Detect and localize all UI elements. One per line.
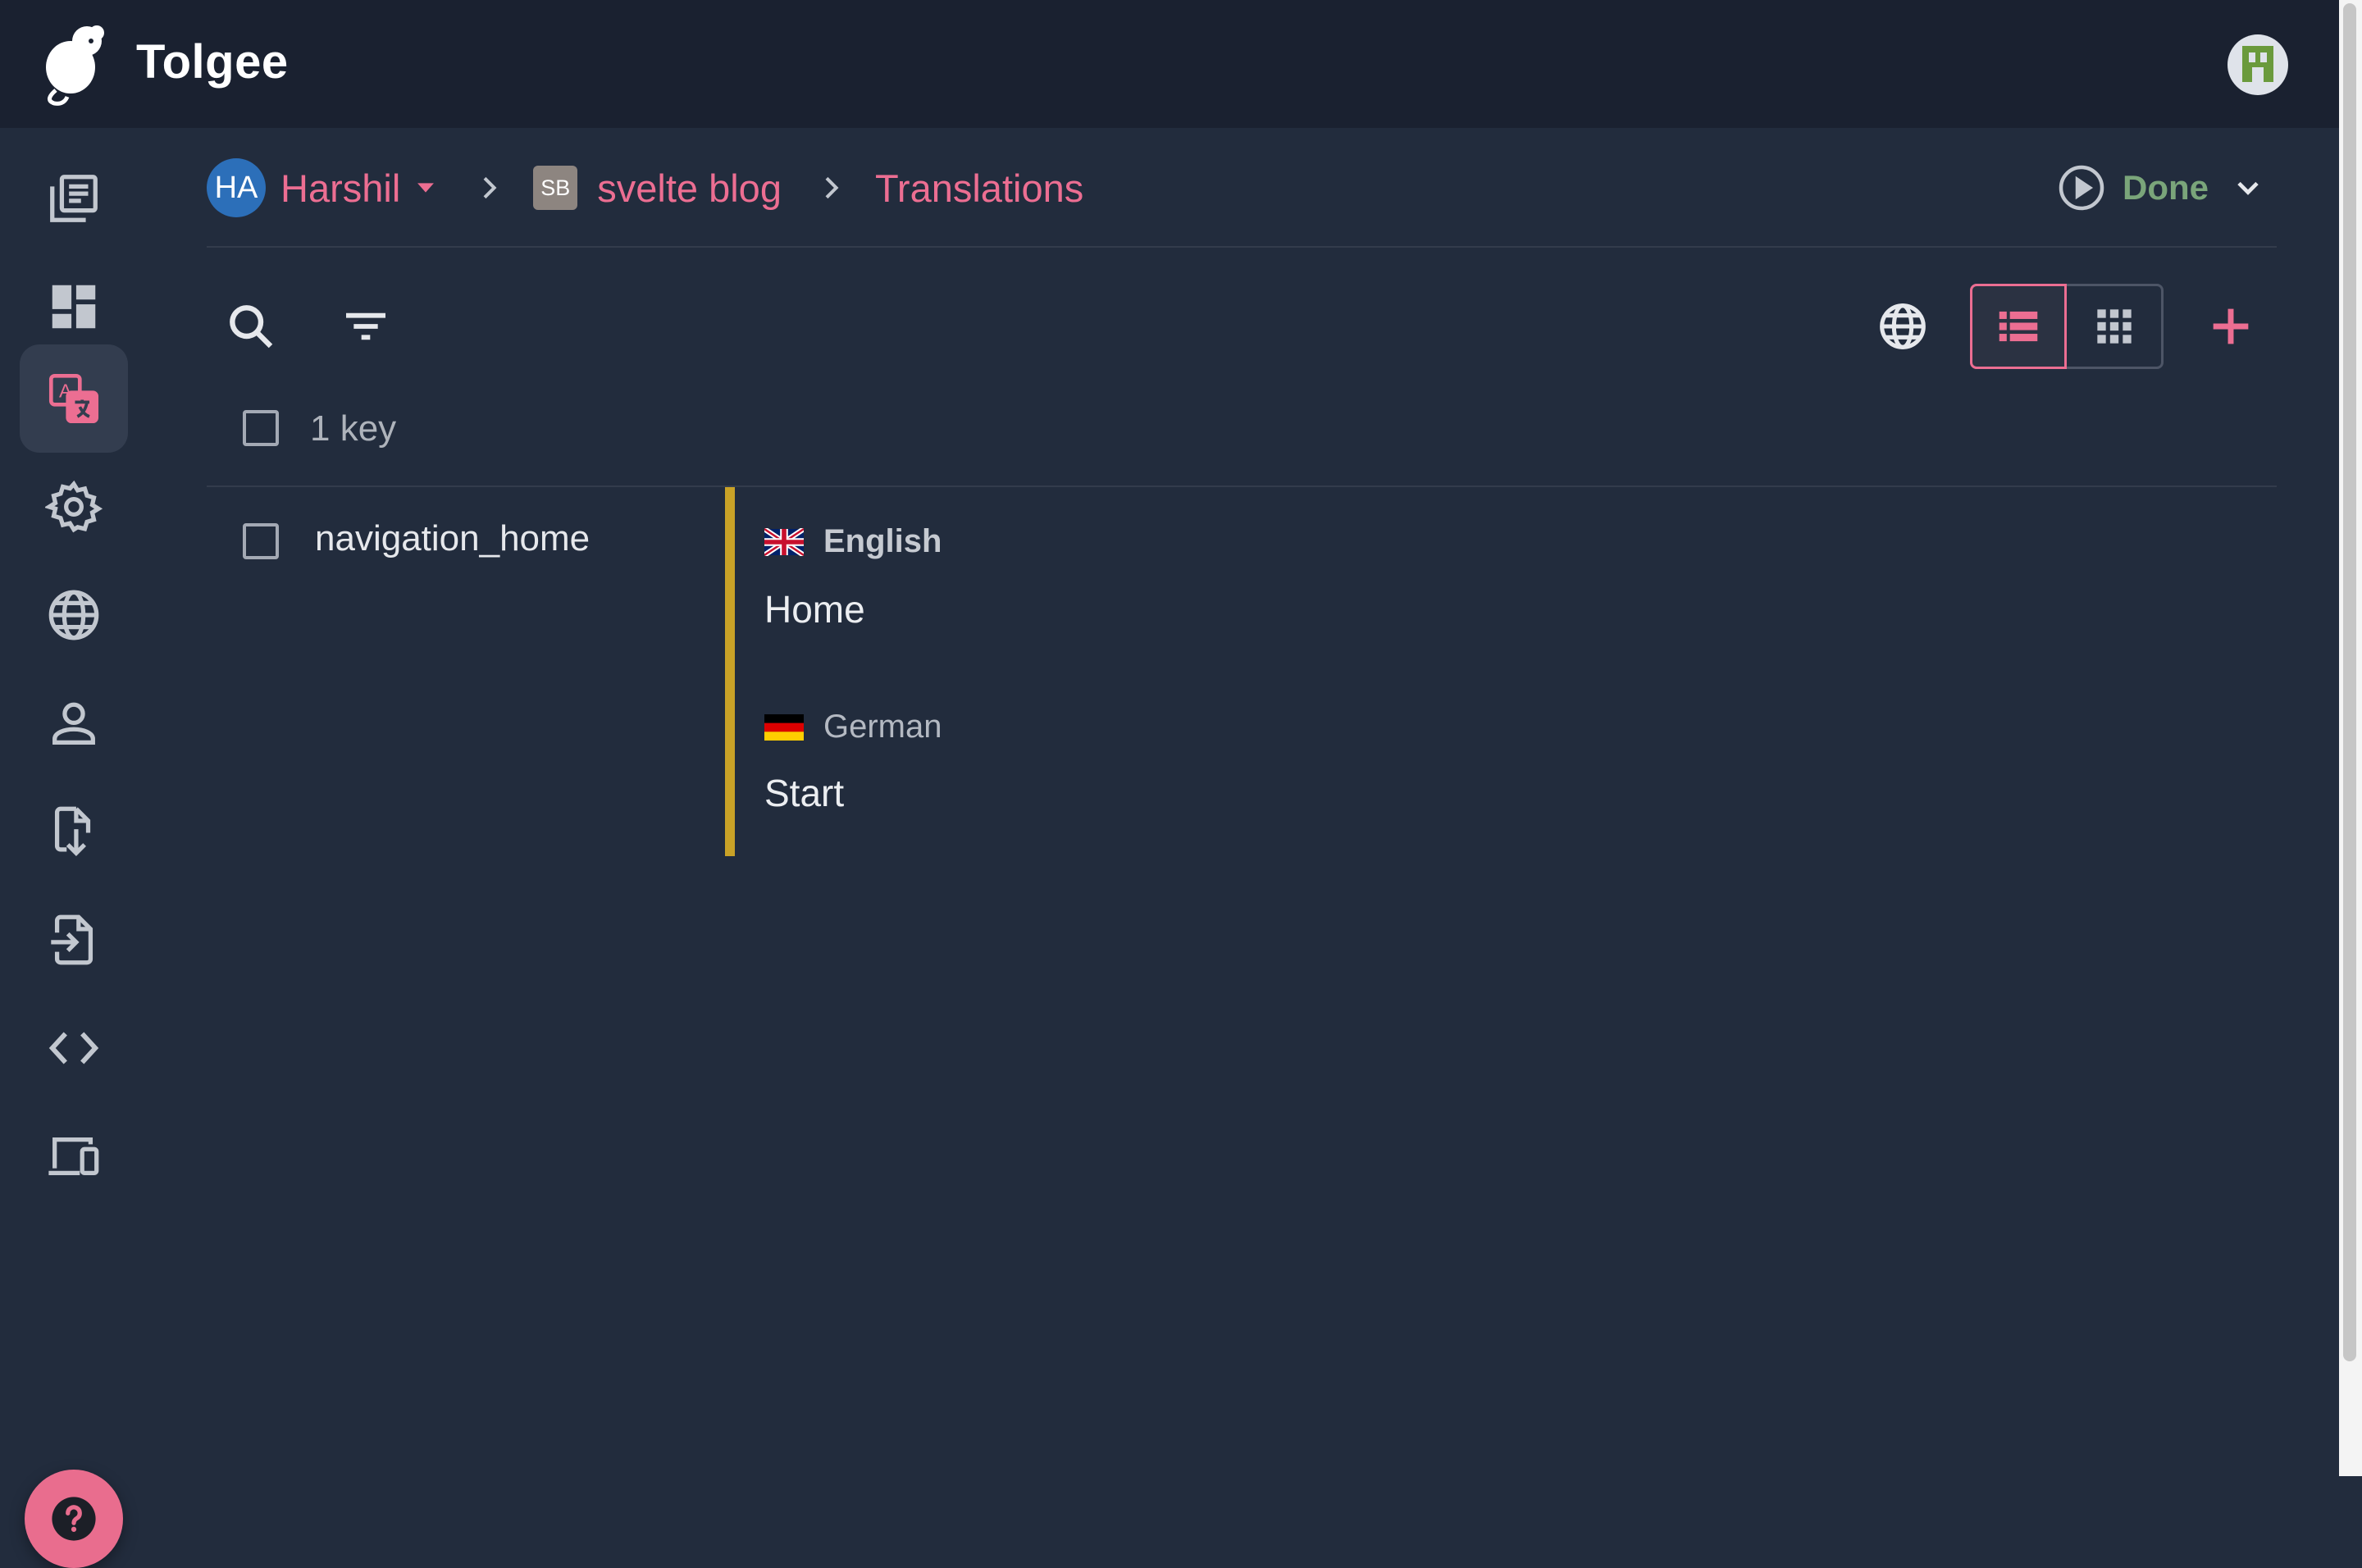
grid-view-button[interactable] (2067, 286, 2161, 367)
breadcrumb: HA Harshil SB svelte blog Translations (207, 157, 1083, 218)
sidebar-item-import[interactable] (20, 777, 128, 886)
uk-flag-icon (764, 527, 804, 556)
sidebar-item-members[interactable] (20, 669, 128, 777)
select-all-checkbox[interactable] (243, 410, 279, 446)
translation-state-bar (725, 487, 735, 856)
play-circle-icon (2059, 165, 2104, 211)
sidebar-item-projects[interactable] (20, 144, 128, 253)
key-name[interactable]: navigation_home (315, 518, 590, 559)
translation-text-german[interactable]: Start (764, 771, 844, 815)
translation-text-english[interactable]: Home (764, 587, 865, 631)
view-toggle (1970, 284, 2164, 369)
help-button[interactable] (25, 1470, 123, 1568)
translate-icon: A (48, 373, 99, 424)
projects-icon (50, 175, 98, 222)
header-divider (207, 246, 2277, 248)
tolgee-logo-icon[interactable] (39, 21, 112, 107)
members-icon (52, 702, 95, 745)
list-view-icon (1999, 311, 2038, 342)
de-flag-icon (764, 713, 804, 741)
add-icon[interactable] (2205, 300, 2257, 353)
search-icon[interactable] (225, 300, 277, 353)
language-label-english: English (764, 523, 942, 560)
languages-icon (48, 590, 99, 640)
task-status-label[interactable]: Done (2123, 168, 2209, 207)
settings-icon (45, 480, 103, 533)
help-icon (52, 1497, 96, 1541)
sidebar-item-integrate[interactable] (20, 1102, 128, 1210)
sidebar-item-settings[interactable] (20, 453, 128, 561)
brand-name[interactable]: Tolgee (136, 34, 289, 89)
sidebar: A (0, 128, 146, 1568)
sidebar-item-developer[interactable] (20, 994, 128, 1102)
chevron-right-icon (483, 176, 497, 199)
export-icon (51, 914, 93, 965)
developer-icon (48, 1032, 99, 1064)
globe-icon[interactable] (1876, 300, 1929, 353)
project-avatar[interactable]: SB (533, 166, 578, 210)
key-count: 1 key (310, 408, 397, 449)
sidebar-item-languages[interactable] (20, 561, 128, 669)
integrate-icon (48, 1137, 99, 1176)
chevron-down-icon[interactable] (2230, 170, 2266, 206)
language-name: English (823, 523, 942, 559)
breadcrumb-page[interactable]: Translations (875, 166, 1083, 211)
list-view-button[interactable] (1970, 284, 2067, 369)
caret-down-icon[interactable] (412, 174, 440, 202)
chevron-right-icon (825, 176, 839, 199)
org-avatar[interactable]: HA (207, 158, 266, 217)
dashboard-icon (52, 285, 96, 329)
language-label-german: German (764, 709, 942, 745)
sidebar-item-export[interactable] (20, 886, 128, 994)
key-checkbox[interactable] (243, 523, 279, 559)
grid-view-icon (2096, 309, 2132, 344)
list-divider (207, 485, 2277, 487)
sidebar-item-translations[interactable]: A (20, 344, 128, 453)
task-status[interactable]: Done (2057, 161, 2266, 215)
language-name: German (823, 709, 942, 745)
breadcrumb-org[interactable]: Harshil (280, 166, 400, 211)
user-avatar[interactable] (2227, 34, 2288, 95)
import-icon (54, 806, 91, 856)
breadcrumb-project[interactable]: svelte blog (597, 166, 782, 211)
filter-icon[interactable] (340, 300, 392, 353)
scrollbar-thumb[interactable] (2343, 3, 2356, 1361)
top-bar: Tolgee (0, 0, 2339, 128)
